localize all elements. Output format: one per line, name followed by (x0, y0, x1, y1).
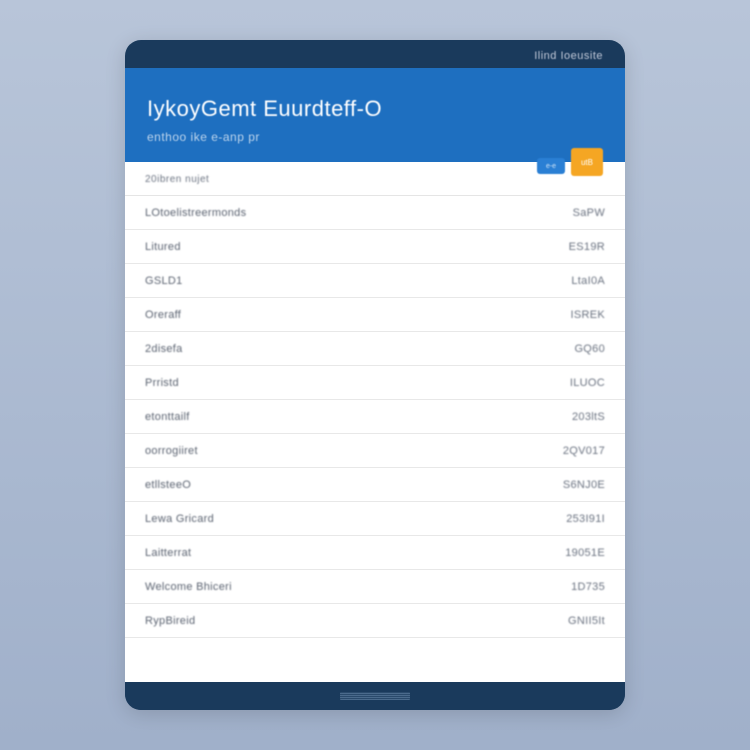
top-meta-label: Ilind Ioeusite (534, 50, 603, 62)
list-item[interactable]: Lewa Gricard 253I91I (125, 502, 625, 536)
row-value: SaPW (573, 207, 605, 219)
row-value: 203ltS (572, 411, 605, 423)
list-item[interactable]: Prristd ILUOC (125, 366, 625, 400)
list-item[interactable]: Welcome Bhiceri 1D735 (125, 570, 625, 604)
list-item[interactable]: etllsteeO S6NJ0E (125, 468, 625, 502)
row-label: LOtoelistreermonds (145, 207, 246, 219)
header-subtitle: enthoo ike e-anp pr (147, 130, 603, 144)
row-label: etllsteeO (145, 479, 191, 491)
row-value: 1D735 (571, 581, 605, 593)
list-item[interactable]: Laitterrat 19051E (125, 536, 625, 570)
row-label: Welcome Bhiceri (145, 581, 232, 593)
row-value: 19051E (565, 547, 605, 559)
list-item[interactable]: 2disefa GQ60 (125, 332, 625, 366)
app-card: Ilind Ioeusite IykoyGemt Euurdteff-O ent… (125, 40, 625, 710)
footer-handle-icon (340, 692, 410, 700)
row-label: Oreraff (145, 309, 181, 321)
row-value: GNII5It (568, 615, 605, 627)
row-value: ISREK (570, 309, 605, 321)
footer (125, 682, 625, 710)
row-value: 253I91I (566, 513, 605, 525)
row-label: 2disefa (145, 343, 183, 355)
list-item[interactable]: oorrogiiret 2QV017 (125, 434, 625, 468)
row-label: RypBireid (145, 615, 195, 627)
list-container: 20ibren nujet LOtoelistreermonds SaPW Li… (125, 162, 625, 682)
header-title: IykoyGemt Euurdteff-O (147, 96, 603, 122)
row-label: oorrogiiret (145, 445, 198, 457)
row-value: LtaI0A (571, 275, 605, 287)
header-badge[interactable]: utB (571, 148, 603, 176)
row-value: S6NJ0E (563, 479, 605, 491)
list-item[interactable]: Litured ES19R (125, 230, 625, 264)
row-label: Litured (145, 241, 181, 253)
header: IykoyGemt Euurdteff-O enthoo ike e-anp p… (125, 68, 625, 162)
row-value: 2QV017 (563, 445, 605, 457)
row-value: ILUOC (570, 377, 605, 389)
row-label: etonttailf (145, 411, 190, 423)
list-item[interactable]: RypBireid GNII5It (125, 604, 625, 638)
list-item[interactable]: GSLD1 LtaI0A (125, 264, 625, 298)
list-header-left: 20ibren nujet (145, 174, 209, 185)
row-label: Prristd (145, 377, 179, 389)
row-label: Lewa Gricard (145, 513, 214, 525)
row-label: Laitterrat (145, 547, 191, 559)
list-item[interactable]: etonttailf 203ltS (125, 400, 625, 434)
list-item[interactable]: Oreraff ISREK (125, 298, 625, 332)
row-value: ES19R (569, 241, 605, 253)
row-value: GQ60 (574, 343, 605, 355)
header-chip[interactable]: e-e (537, 158, 565, 174)
row-label: GSLD1 (145, 275, 183, 287)
list-item[interactable]: LOtoelistreermonds SaPW (125, 196, 625, 230)
